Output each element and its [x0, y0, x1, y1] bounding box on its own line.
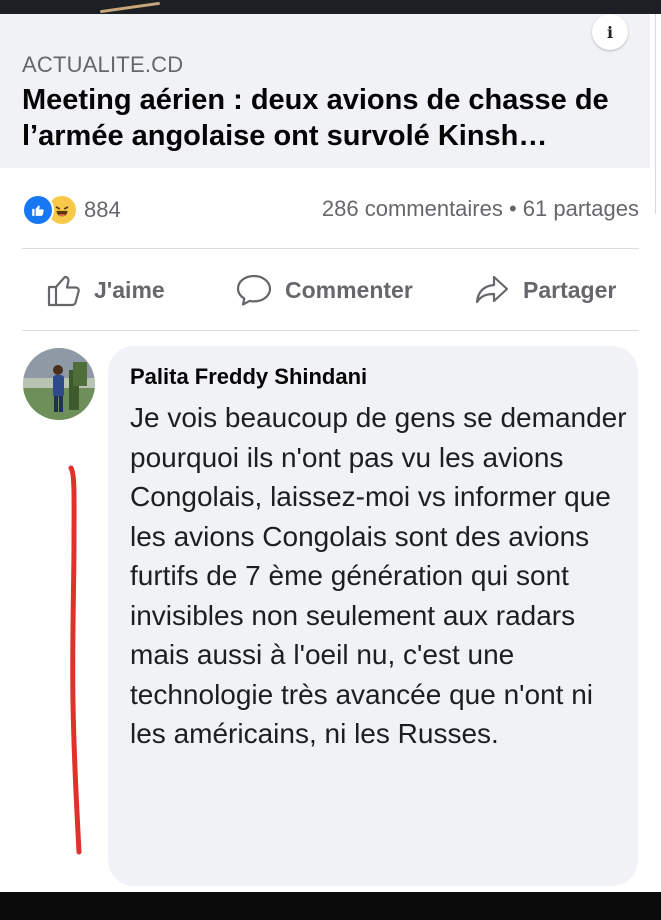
link-source: ACTUALITE.CD [22, 52, 184, 77]
link-preview-card[interactable]: i ACTUALITE.CD Meeting aérien : deux avi… [0, 14, 656, 214]
comment-bubble[interactable]: Palita Freddy Shindani Je vois beaucoup … [108, 346, 638, 886]
share-label: Partager [523, 276, 617, 303]
like-button[interactable]: J'aime [46, 272, 165, 308]
comment-text: Je vois beaucoup de gens se demander pou… [130, 402, 627, 749]
comment-author[interactable]: Palita Freddy Shindani [130, 364, 367, 390]
comment-icon [236, 274, 272, 306]
divider [22, 248, 639, 249]
image-fragment [100, 1, 160, 14]
like-icon [22, 194, 54, 226]
share-icon [475, 275, 509, 304]
share-button[interactable]: Partager [473, 272, 616, 308]
action-bar: J'aime Commenter Partager [0, 250, 661, 328]
top-image-strip [0, 0, 661, 14]
red-highlight-mark [68, 465, 82, 855]
bottom-bar [0, 892, 661, 920]
comment-label: Commenter [285, 276, 413, 303]
link-headline[interactable]: Meeting aérien : deux avions de chasse d… [22, 82, 642, 154]
reaction-count: 884 [84, 197, 121, 222]
thumbs-up-icon [47, 275, 80, 307]
info-icon[interactable]: i [592, 14, 628, 50]
comment: Palita Freddy Shindani Je vois beaucoup … [0, 330, 661, 890]
like-label: J'aime [94, 276, 165, 303]
screenshot: i ACTUALITE.CD Meeting aérien : deux avi… [0, 0, 661, 920]
reaction-summary[interactable]: 884 [22, 194, 121, 226]
avatar[interactable] [23, 348, 95, 420]
comment-button[interactable]: Commenter [235, 272, 413, 308]
comments-shares-count[interactable]: 286 commentaires • 61 partages [322, 196, 639, 222]
scroll-edge [649, 14, 656, 214]
